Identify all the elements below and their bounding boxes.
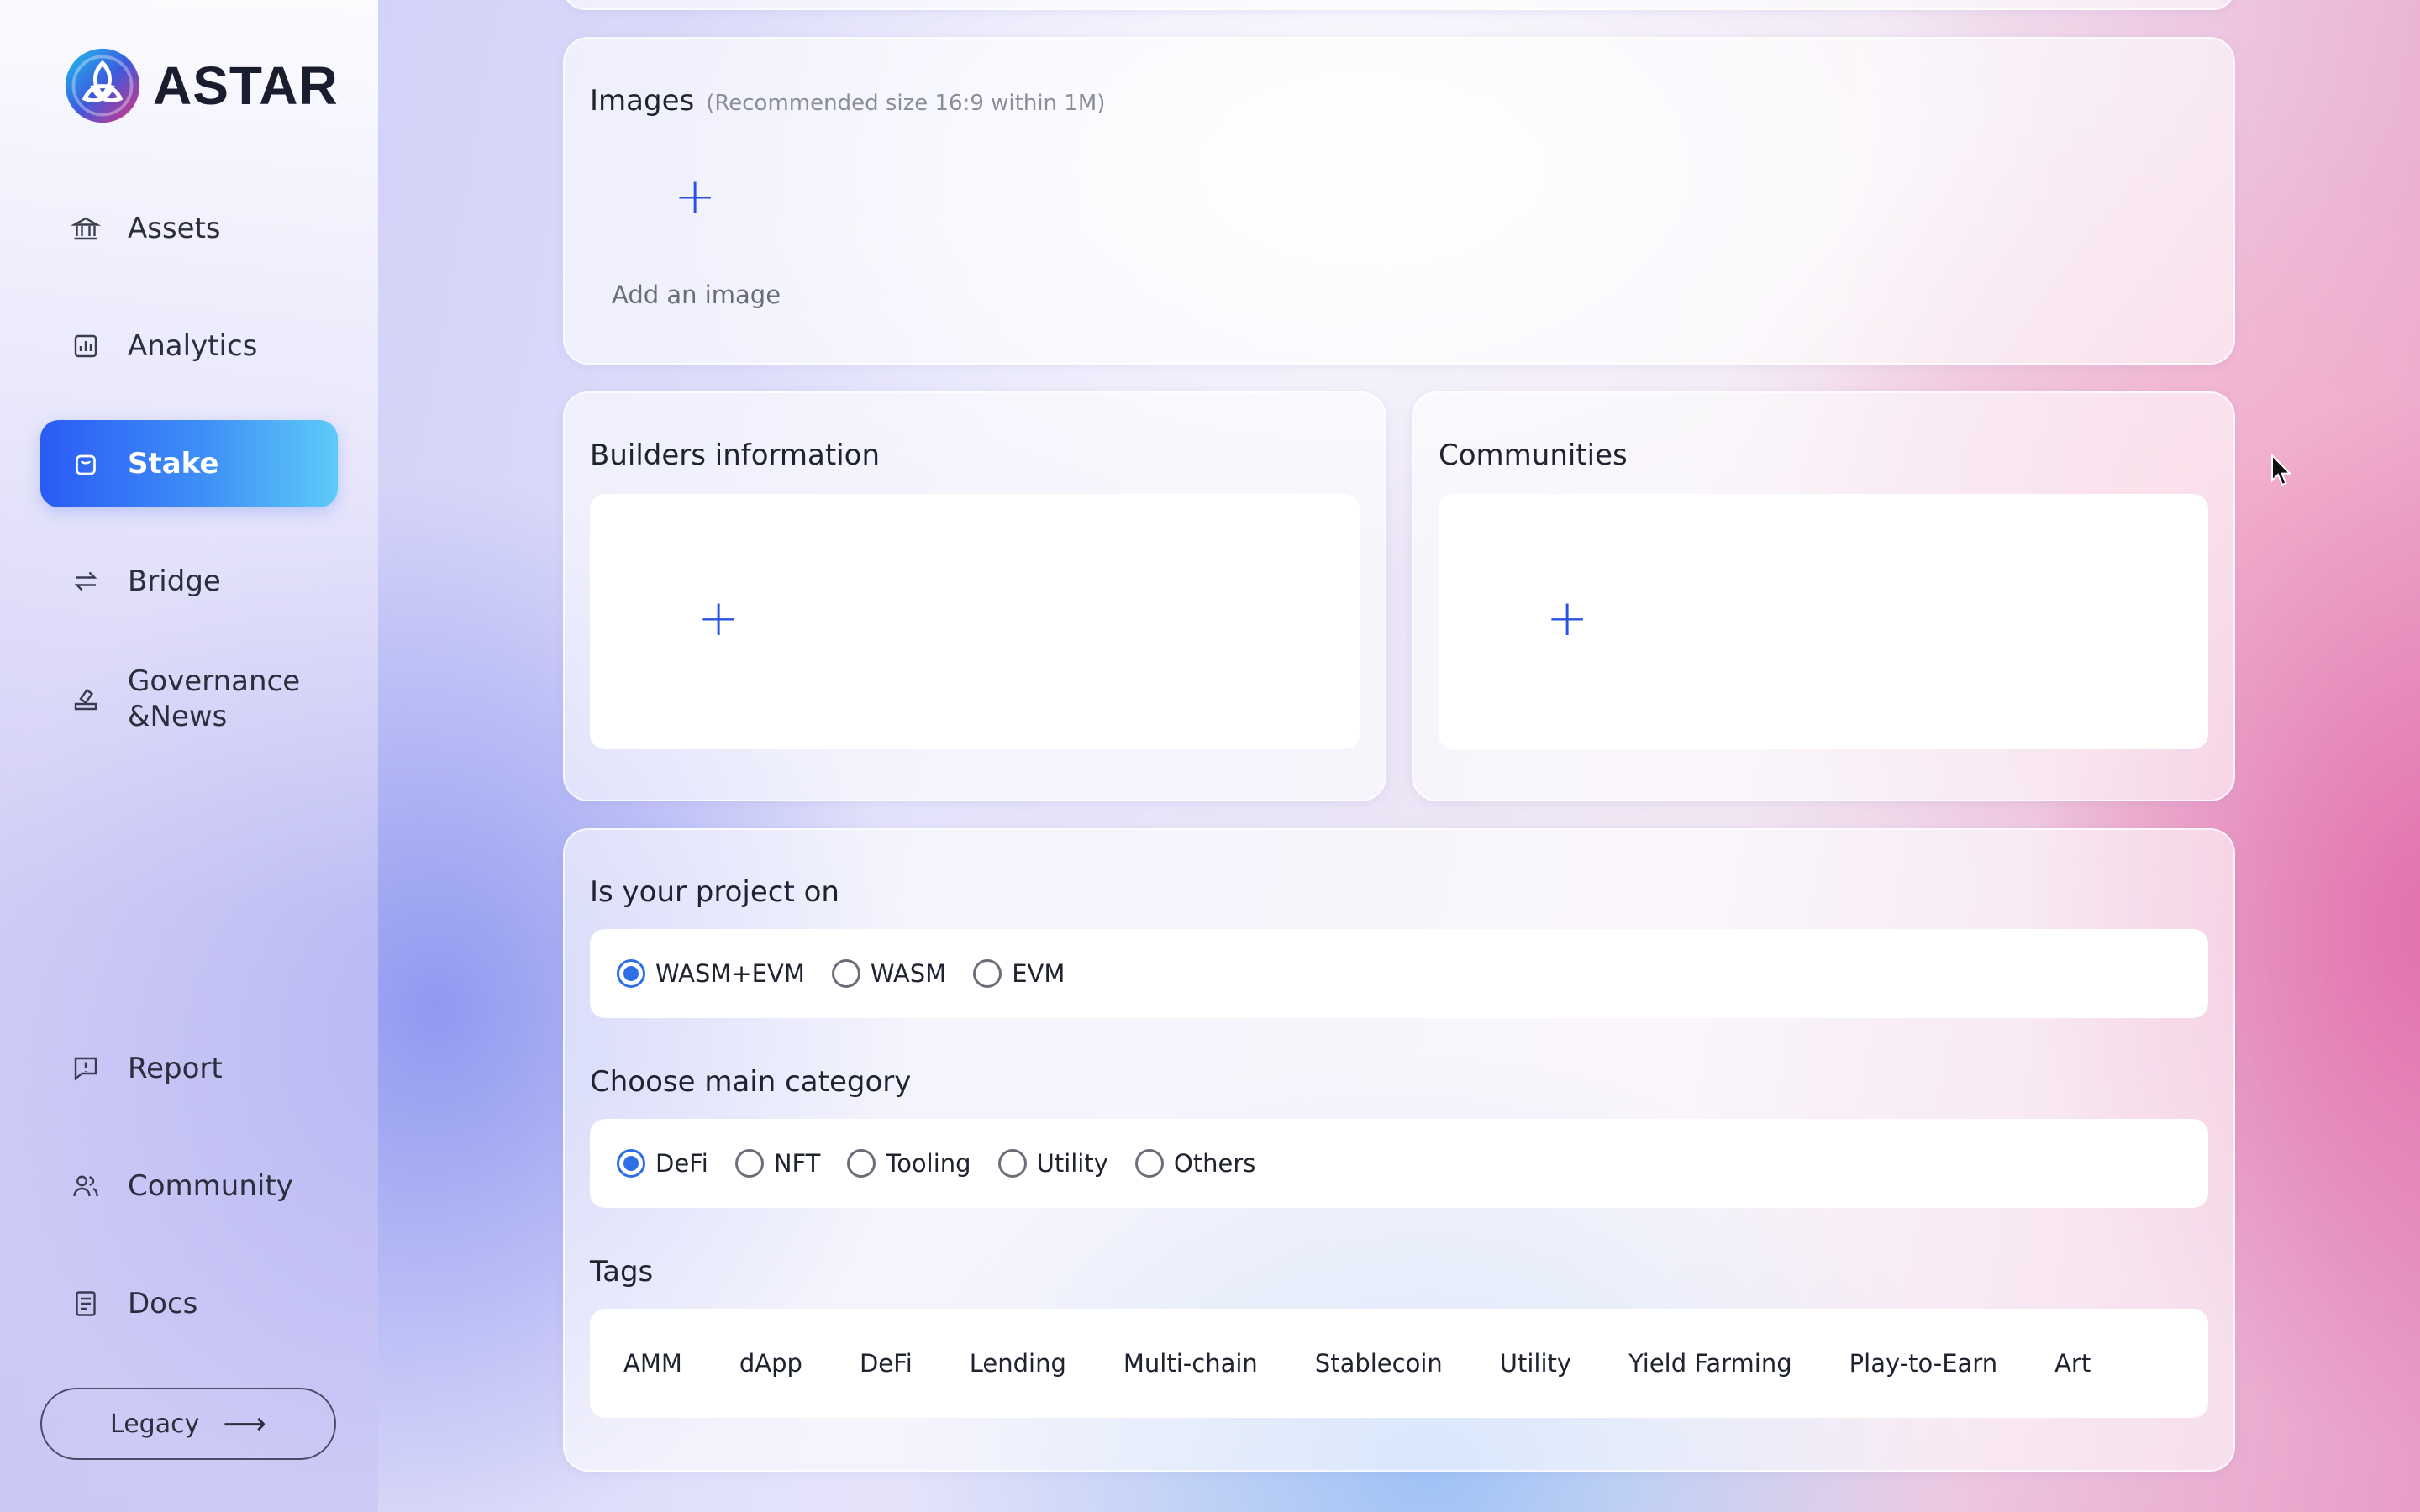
nav-item-community[interactable]: Community [40,1142,338,1230]
add-image-button[interactable]: + Add an image [590,144,800,346]
builders-add-area[interactable]: + [590,494,1360,749]
communities-card: Communities + [1412,391,2235,801]
radio-circle [617,959,645,988]
radio-wasm-evm[interactable]: WASM+EVM [617,959,805,988]
radio-circle [617,1149,645,1178]
radio-circle [734,1149,764,1178]
report-icon [69,1052,103,1085]
nav-item-docs[interactable]: Docs [40,1260,338,1347]
arrow-right-icon: ⟶ [223,1406,266,1441]
tag-lending[interactable]: Lending [970,1349,1066,1378]
plus-icon: + [674,167,717,226]
radio-label: WASM [870,959,947,988]
communities-title: Communities [1439,438,1628,472]
communities-add-area[interactable]: + [1439,494,2208,749]
project-details-card: Is your project on WASM+EVM WASM EVM Cho… [563,828,2235,1472]
mouse-cursor-icon [2271,454,2292,486]
radio-defi[interactable]: DeFi [617,1149,708,1178]
radio-label: Others [1173,1149,1256,1178]
builders-card: Builders information + [563,391,1386,801]
radio-utility[interactable]: Utility [997,1149,1108,1178]
nav-item-governance[interactable]: Governance &News [40,655,338,743]
people-icon [69,1169,103,1203]
tag-dapp[interactable]: dApp [739,1349,802,1378]
radio-label: Tooling [886,1149,971,1178]
radio-label: Utility [1036,1149,1108,1178]
previous-card [563,0,2235,10]
astar-logo[interactable]: ASTAR [62,45,339,126]
nav-label-stake: Stake [128,447,219,480]
images-title-text: Images [590,84,695,118]
nav-label-docs: Docs [128,1287,198,1320]
radio-label: WASM+EVM [655,959,805,988]
plus-icon: + [697,589,740,648]
radio-circle [973,959,1002,988]
tags-title: Tags [590,1255,654,1289]
add-image-label: Add an image [612,281,781,309]
nav-item-analytics[interactable]: Analytics [40,302,338,390]
radio-circle [997,1149,1027,1178]
document-icon [69,1287,103,1320]
radio-label: EVM [1012,959,1065,988]
legacy-button[interactable]: Legacy ⟶ [40,1388,336,1460]
radio-label: DeFi [655,1149,708,1178]
radio-tooling[interactable]: Tooling [847,1149,971,1178]
radio-nft[interactable]: NFT [734,1149,821,1178]
tag-play-to-earn[interactable]: Play-to-Earn [1849,1349,1997,1378]
tag-stablecoin[interactable]: Stablecoin [1315,1349,1443,1378]
nav-label-community: Community [128,1169,293,1203]
nav-label-report: Report [128,1052,223,1085]
tag-defi[interactable]: DeFi [860,1349,913,1378]
tag-art[interactable]: Art [2054,1349,2091,1378]
nav-item-assets[interactable]: Assets [40,185,338,272]
tag-yield-farming[interactable]: Yield Farming [1628,1349,1792,1378]
tag-utility[interactable]: Utility [1500,1349,1571,1378]
images-card: Images (Recommended size 16:9 within 1M) … [563,37,2235,365]
radio-circle [847,1149,876,1178]
nav-label-governance: Governance &News [128,664,301,733]
nav-label-bridge: Bridge [128,564,221,598]
chart-icon [69,329,103,363]
nav-label-analytics: Analytics [128,329,258,363]
images-hint: (Recommended size 16:9 within 1M) [706,91,1106,116]
tag-multi-chain[interactable]: Multi-chain [1123,1349,1258,1378]
bag-icon [69,447,103,480]
nav-item-bridge[interactable]: Bridge [40,538,338,625]
sidebar: ASTAR Assets Analytics Stake Bridge Gove… [0,0,378,1512]
swap-icon [69,564,103,598]
vote-icon [69,682,103,716]
radio-wasm[interactable]: WASM [831,959,947,988]
brand-name: ASTAR [153,55,339,116]
project-on-radio-group: WASM+EVM WASM EVM [590,929,2208,1018]
builders-title: Builders information [590,438,880,472]
main-category-radio-group: DeFi NFT Tooling Utility Others [590,1119,2208,1208]
astar-logo-icon [65,48,140,123]
tags-container: AMM dApp DeFi Lending Multi-chain Stable… [590,1309,2208,1418]
tag-amm[interactable]: AMM [623,1349,682,1378]
project-on-title: Is your project on [590,875,839,909]
bank-icon [69,212,103,245]
legacy-label: Legacy [110,1409,200,1439]
nav-item-stake[interactable]: Stake [40,420,338,507]
nav-item-report[interactable]: Report [40,1025,338,1112]
main-category-title: Choose main category [590,1065,912,1099]
radio-circle [831,959,860,988]
radio-label: NFT [773,1149,821,1178]
radio-others[interactable]: Others [1134,1149,1256,1178]
radio-circle [1134,1149,1164,1178]
nav-label-assets: Assets [128,212,221,245]
plus-icon: + [1546,589,1589,648]
radio-evm[interactable]: EVM [973,959,1065,988]
images-title: Images (Recommended size 16:9 within 1M) [590,84,1105,118]
